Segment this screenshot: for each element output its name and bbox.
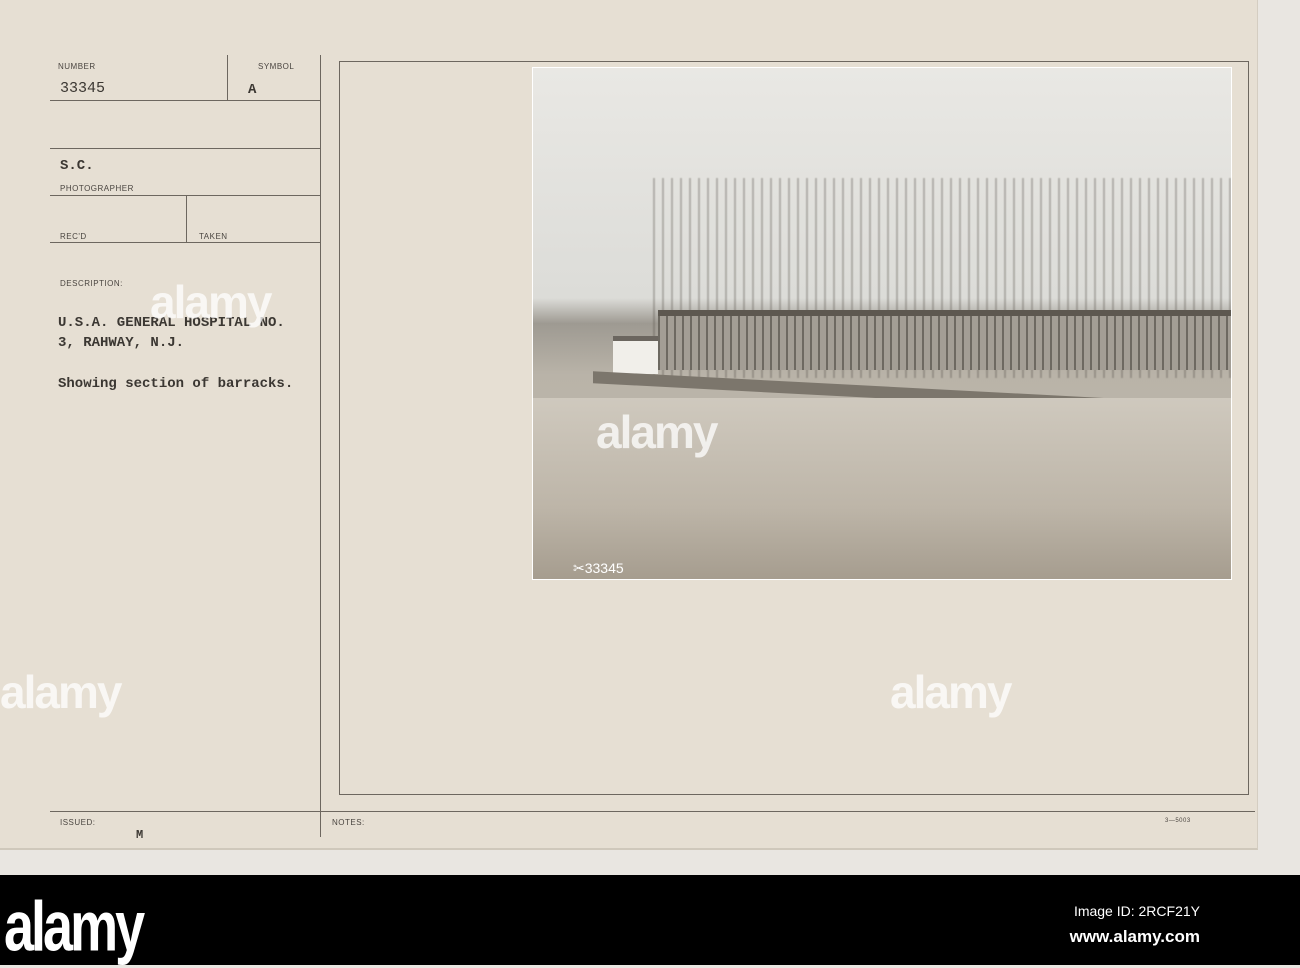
watermark: alamy <box>890 666 1012 718</box>
taken-label: TAKEN <box>199 232 228 241</box>
negative-number: ✂33345 <box>573 560 624 576</box>
bottom-rule <box>50 811 1255 812</box>
column-divider <box>320 55 321 837</box>
alamy-logo: alamy <box>4 888 145 967</box>
footer-bar: alamy Image ID: 2RCF21Y www.alamy.com <box>0 875 1300 967</box>
agency-value: S.C. <box>60 158 94 174</box>
description-line-2: 3, RAHWAY, N.J. <box>58 335 185 351</box>
watermark: alamy <box>596 406 718 458</box>
image-id: Image ID: 2RCF21Y <box>1073 903 1200 919</box>
barracks-building <box>658 310 1231 370</box>
divider <box>50 100 320 101</box>
divider <box>186 195 187 243</box>
number-label: NUMBER <box>58 62 96 71</box>
site-link[interactable]: www.alamy.com <box>1070 927 1200 947</box>
number-value: 33345 <box>60 80 106 97</box>
notes-label: NOTES: <box>332 818 365 827</box>
description-label: DESCRIPTION: <box>60 279 123 288</box>
barracks-photograph: ✂33345 <box>532 67 1232 580</box>
issued-mark: M <box>136 828 144 842</box>
form-number: 3—5003 <box>1165 818 1191 824</box>
divider <box>227 55 228 101</box>
watermark: alamy <box>0 666 122 718</box>
symbol-label: SYMBOL <box>258 62 295 71</box>
caption: Showing section of barracks. <box>58 376 294 392</box>
watermark: alamy <box>150 276 272 328</box>
symbol-value: A <box>248 82 257 98</box>
white-building <box>613 336 658 374</box>
recd-label: REC'D <box>60 232 87 241</box>
divider <box>50 148 320 149</box>
divider <box>50 195 320 196</box>
issued-label: ISSUED: <box>60 818 96 827</box>
photographer-label: PHOTOGRAPHER <box>60 184 134 193</box>
divider <box>50 242 320 243</box>
